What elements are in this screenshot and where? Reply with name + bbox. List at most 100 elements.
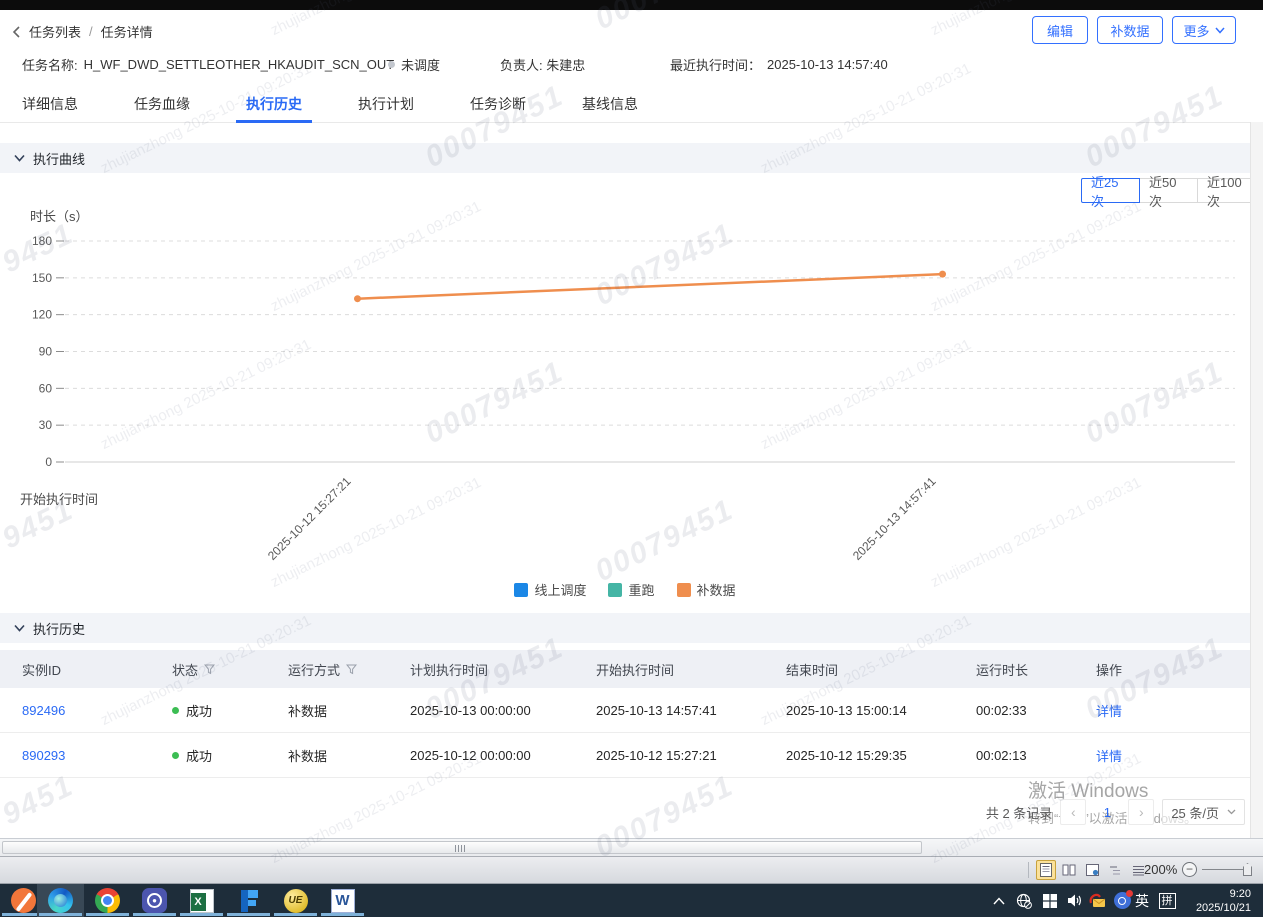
edit-button[interactable]: 编辑 — [1032, 16, 1088, 44]
col-run-mode: 运行方式 — [288, 660, 410, 679]
zoom-slider-thumb[interactable] — [1243, 863, 1252, 876]
instance-id-link[interactable]: 892496 — [22, 703, 172, 718]
reading-view-button[interactable] — [1059, 860, 1079, 880]
chat-app-icon: ● — [142, 888, 167, 913]
tray-network-icon[interactable] — [1012, 884, 1036, 917]
taskbar-edge-icon[interactable] — [37, 884, 84, 917]
word-icon: W — [331, 889, 355, 913]
tab-execution-history[interactable]: 执行历史 — [236, 92, 312, 122]
svg-text:150: 150 — [32, 271, 52, 285]
col-status-label: 状态 — [172, 660, 198, 679]
blue-app-icon — [1114, 892, 1131, 909]
taskbar-excel-icon[interactable]: X — [178, 884, 225, 917]
chevron-down-icon — [1215, 27, 1225, 34]
ime-pinyin-label: 拼 — [1159, 893, 1176, 909]
range-25-button[interactable]: 近25次 — [1081, 178, 1140, 203]
zoom-out-button[interactable]: − — [1182, 862, 1197, 877]
schedule-status-dot — [388, 61, 395, 68]
end-time-cell: 2025-10-13 15:00:14 — [786, 703, 976, 718]
filter-icon[interactable] — [346, 664, 357, 675]
start-time-cell: 2025-10-13 14:57:41 — [596, 703, 786, 718]
tray-mail-icon[interactable] — [1085, 884, 1111, 917]
tab-task-diagnosis[interactable]: 任务诊断 — [460, 92, 536, 122]
current-page-button[interactable]: 1 — [1094, 799, 1120, 825]
run-mode-cell: 补数据 — [288, 701, 410, 720]
svg-text:30: 30 — [39, 418, 53, 432]
planned-time-cell: 2025-10-13 00:00:00 — [410, 703, 596, 718]
tray-windows-icon[interactable] — [1038, 884, 1062, 917]
chevron-up-icon — [993, 897, 1005, 905]
table-header-row: 实例ID 状态 运行方式 计划执行时间 开始执行时间 结束时间 运行时长 操作 — [0, 650, 1250, 688]
ultraedit-icon: UE — [284, 889, 308, 913]
col-end-time: 结束时间 — [786, 660, 976, 679]
detail-link[interactable]: 详情 — [1096, 701, 1250, 720]
duration-cell: 00:02:13 — [976, 748, 1096, 763]
legend-item-rerun[interactable]: 重跑 — [608, 580, 654, 599]
svg-text:180: 180 — [32, 234, 52, 248]
pen-app-icon — [11, 888, 36, 913]
legend-item-patch[interactable]: 补数据 — [677, 580, 736, 599]
svg-text:120: 120 — [32, 308, 52, 322]
curve-section-header[interactable]: 执行曲线 — [0, 143, 1250, 173]
tab-baseline-info[interactable]: 基线信息 — [572, 92, 648, 122]
task-name: 任务名称: H_WF_DWD_SETTLEOTHER_HKAUDIT_SCN_O… — [22, 55, 394, 74]
caret-down-icon — [1227, 809, 1236, 815]
windows-logo-icon — [1043, 894, 1057, 908]
next-page-button[interactable]: › — [1128, 799, 1154, 825]
breadcrumb-back-link[interactable]: 任务列表 — [29, 22, 81, 41]
history-section-header[interactable]: 执行历史 — [0, 613, 1250, 643]
tab-execution-plan[interactable]: 执行计划 — [348, 92, 424, 122]
horizontal-scrollbar[interactable] — [0, 838, 1263, 857]
taskbar-chat-app-icon[interactable]: ● — [131, 884, 178, 917]
taskbar-chrome-icon[interactable] — [84, 884, 131, 917]
more-button[interactable]: 更多 — [1172, 16, 1236, 44]
legend-item-online[interactable]: 线上调度 — [514, 580, 586, 599]
tray-ime-english[interactable]: 英 — [1130, 884, 1154, 917]
foxmail-icon — [1089, 893, 1107, 909]
print-layout-view-button[interactable] — [1036, 860, 1056, 880]
tray-clock[interactable]: 9:20 2025/10/21 — [1185, 884, 1255, 917]
last-exec-time: 最近执行时间： 2025-10-13 14:57:40 — [670, 55, 888, 74]
collapse-chevron-icon — [14, 624, 25, 632]
task-name-label: 任务名称: — [22, 55, 78, 74]
zoom-level-label[interactable]: 200% — [1144, 862, 1177, 877]
col-planned-time: 计划执行时间 — [410, 660, 596, 679]
edit-button-label: 编辑 — [1047, 21, 1073, 40]
col-run-mode-label: 运行方式 — [288, 660, 340, 679]
more-button-label: 更多 — [1183, 21, 1209, 40]
globe-offline-icon — [1016, 893, 1032, 909]
detail-link[interactable]: 详情 — [1096, 746, 1250, 765]
col-instance-id: 实例ID — [22, 660, 172, 679]
taskbar-f-app-icon[interactable] — [225, 884, 272, 917]
ime-english-label: 英 — [1135, 891, 1149, 911]
outline-view-button[interactable] — [1105, 860, 1125, 880]
taskbar-ultraedit-icon[interactable]: UE — [272, 884, 319, 917]
tray-chevron-up[interactable] — [988, 884, 1010, 917]
clock-date: 2025/10/21 — [1196, 901, 1251, 915]
table-row: 892496 成功 补数据 2025-10-13 00:00:00 2025-1… — [0, 688, 1250, 733]
task-info-row: 任务名称: H_WF_DWD_SETTLEOTHER_HKAUDIT_SCN_O… — [22, 55, 1232, 73]
page-size-value: 25 条/页 — [1171, 803, 1219, 822]
status-label: 成功 — [186, 746, 212, 765]
task-owner: 负责人: 朱建忠 — [500, 55, 585, 74]
zoom-slider-track[interactable] — [1202, 869, 1244, 870]
vertical-scrollbar[interactable] — [1250, 122, 1263, 838]
svg-text:2025-10-13 14:57:41: 2025-10-13 14:57:41 — [850, 474, 939, 563]
legend-label-patch: 补数据 — [697, 580, 736, 599]
patch-data-button[interactable]: 补数据 — [1097, 16, 1163, 44]
word-status-bar: 200% − — [0, 857, 1263, 884]
tab-task-lineage[interactable]: 任务血缘 — [124, 92, 200, 122]
tray-ime-pinyin[interactable]: 拼 — [1154, 884, 1180, 917]
prev-page-button[interactable]: ‹ — [1060, 799, 1086, 825]
screen: 任务列表 / 任务详情 编辑 补数据 更多 任务名称: H_WF_DWD_SET… — [0, 0, 1263, 917]
pagination: 共 2 条记录 ‹ 1 › 25 条/页 — [0, 799, 1245, 825]
chevron-left-icon[interactable] — [12, 26, 21, 38]
page-size-select[interactable]: 25 条/页 — [1162, 799, 1245, 825]
horizontal-scrollbar-thumb[interactable] — [2, 841, 922, 854]
tab-detail-info[interactable]: 详细信息 — [12, 92, 88, 122]
breadcrumb-separator: / — [89, 24, 93, 39]
web-layout-view-button[interactable] — [1082, 860, 1102, 880]
filter-icon[interactable] — [204, 664, 215, 675]
taskbar-word-icon[interactable]: W — [319, 884, 366, 917]
instance-id-link[interactable]: 890293 — [22, 748, 172, 763]
